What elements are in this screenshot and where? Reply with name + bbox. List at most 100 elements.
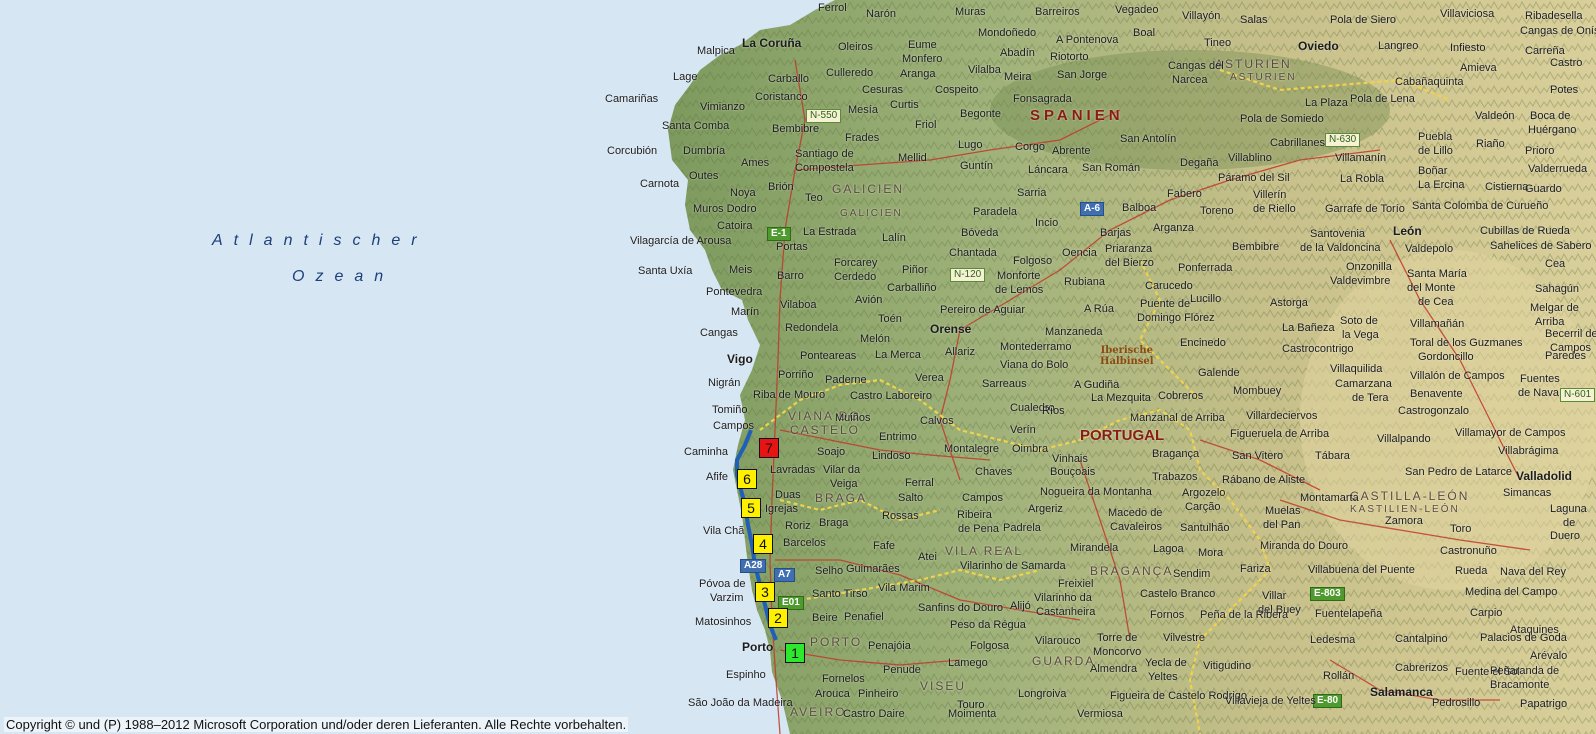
- city-vila-marim: Vila Marim: [878, 582, 930, 594]
- city-afife: Afife: [706, 471, 729, 483]
- city-lindoso: Lindoso: [872, 450, 911, 462]
- region-porto: PORTO: [810, 635, 863, 649]
- city-salto: Salto: [898, 492, 924, 504]
- city-cubillas: Cubillas de Rueda: [1480, 225, 1570, 237]
- city-pereiro: Pereiro de Aguiar: [940, 304, 1025, 316]
- city-avion: Avión: [855, 294, 883, 306]
- city-valdepolo: Valdepolo: [1405, 243, 1454, 255]
- stage-marker-2[interactable]: 2: [768, 608, 788, 628]
- stage-marker-4[interactable]: 4: [753, 534, 773, 554]
- city-la-merca: La Merca: [875, 349, 921, 361]
- stage-marker-1[interactable]: 1: [785, 643, 805, 663]
- city-matosinhos: Matosinhos: [695, 616, 752, 628]
- city-la-ercina: La Ercina: [1418, 179, 1465, 191]
- stage-marker-3[interactable]: 3: [755, 582, 775, 602]
- city-lamego: Lamego: [948, 657, 988, 669]
- city-cangas-narcea-2: Narcea: [1172, 74, 1208, 86]
- city-riba-mouro: Riba de Mouro: [753, 389, 826, 401]
- city-fonsagrada: Fonsagrada: [1013, 93, 1072, 105]
- city-coristanco: Coristanco: [755, 91, 808, 103]
- city-ferrol: Ferrol: [818, 2, 847, 14]
- city-mondonedo: Mondoñedo: [978, 27, 1037, 39]
- city-meira: Meira: [1004, 71, 1032, 83]
- road-a7: A7: [774, 568, 795, 582]
- city-riotorto: Riotorto: [1050, 51, 1089, 63]
- road-n550: N-550: [806, 109, 842, 123]
- city-braga-city: Braga: [819, 517, 849, 529]
- city-begonte: Begonte: [960, 108, 1001, 120]
- city-potes: Potes: [1550, 84, 1579, 96]
- city-la-estrada: La Estrada: [803, 226, 857, 238]
- city-malpica: Malpica: [697, 45, 735, 57]
- city-galende: Galende: [1198, 367, 1240, 379]
- city-laguna-1: Laguna: [1550, 503, 1587, 515]
- city-priaranza-2: del Bierzo: [1105, 257, 1154, 269]
- city-santa-maria-2: del Monte: [1407, 282, 1456, 294]
- city-oencia: Oencia: [1062, 247, 1097, 259]
- city-villavieja: Villavieja de Yeltes: [1225, 695, 1316, 707]
- city-amieva: Amieva: [1460, 62, 1497, 74]
- city-pola-somiedo: Pola de Somiedo: [1240, 113, 1324, 125]
- city-ponteareas: Ponteareas: [800, 350, 857, 362]
- city-manzanal: Manzanal de Arriba: [1130, 412, 1225, 424]
- city-lucillo: Lucillo: [1190, 293, 1222, 305]
- city-noya: Noya: [730, 187, 756, 199]
- city-paramo-sil: Páramo del Sil: [1218, 172, 1290, 184]
- city-santulhao: Santulhão: [1180, 522, 1230, 534]
- city-figueruela: Figueruela de Arriba: [1230, 428, 1330, 440]
- city-oviedo: Oviedo: [1298, 39, 1339, 53]
- city-santovenia-2: de la Valdoncina: [1300, 242, 1381, 254]
- city-sendim: Sendim: [1173, 568, 1211, 580]
- city-castrogonzalo: Castrogonzalo: [1398, 405, 1469, 417]
- city-villalpando: Villalpando: [1377, 433, 1431, 445]
- city-marin: Marín: [731, 306, 760, 318]
- city-carucedo: Carucedo: [1145, 280, 1193, 292]
- city-freixiel: Freixiel: [1058, 578, 1094, 590]
- city-vimianzo: Vimianzo: [700, 101, 746, 113]
- city-boucoais: Bouçoais: [1050, 466, 1096, 478]
- city-sahagun: Sahagún: [1535, 283, 1580, 295]
- city-sarria: Sarria: [1017, 187, 1047, 199]
- city-castrocontrigo: Castrocontrigo: [1282, 343, 1354, 355]
- stage-marker-5[interactable]: 5: [741, 498, 761, 518]
- city-benavente: Benavente: [1410, 388, 1463, 400]
- city-la-robla: La Robla: [1340, 173, 1385, 185]
- region-braganca: BRAGANÇA: [1090, 564, 1174, 578]
- city-mombuey: Mombuey: [1233, 385, 1282, 397]
- city-santa-colomba: Santa Colomba de Curueño: [1412, 200, 1549, 212]
- city-chantada: Chantada: [949, 247, 997, 259]
- city-mellid: Mellid: [898, 152, 927, 164]
- map-view[interactable]: Atlantischer Ozean SPANIEN PORTUGAL Iber…: [0, 0, 1596, 734]
- city-muros-dodro: Muros Dodro: [693, 203, 757, 215]
- city-arevalo: Arévalo: [1530, 650, 1568, 662]
- city-pinor: Piñor: [902, 264, 928, 276]
- city-portas: Portas: [776, 241, 808, 253]
- city-argeriz: Argeriz: [1028, 503, 1063, 515]
- region-viseu: VISEU: [920, 679, 967, 693]
- city-cistierna: Cistierna: [1485, 181, 1529, 193]
- city-culleredo: Culleredo: [826, 67, 874, 79]
- city-sarreaus: Sarreaus: [982, 378, 1027, 390]
- city-puente-2: Domingo Flórez: [1137, 312, 1215, 324]
- stage-marker-7[interactable]: 7: [759, 438, 779, 458]
- city-santa-comba: Santa Comba: [662, 120, 730, 132]
- city-mesia: Mesía: [848, 104, 878, 116]
- city-valdeon: Valdeón: [1475, 110, 1515, 122]
- city-muelas-1: Muelas: [1265, 505, 1301, 517]
- city-penajoia: Penajóia: [868, 640, 911, 652]
- city-vilaboa: Vilaboa: [780, 299, 817, 311]
- city-toen: Toén: [878, 313, 902, 325]
- city-atei: Atei: [918, 551, 937, 563]
- city-duas-2: Igrejas: [765, 503, 799, 515]
- city-ledesma: Ledesma: [1310, 634, 1356, 646]
- city-miranda: Miranda do Douro: [1260, 540, 1349, 552]
- city-mora: Mora: [1198, 547, 1224, 559]
- city-pola-siero: Pola de Siero: [1330, 14, 1397, 26]
- city-castelo-branco: Castelo Branco: [1140, 588, 1216, 600]
- city-barcelos: Barcelos: [783, 537, 826, 549]
- city-carcao: Carção: [1185, 501, 1221, 513]
- city-caminha: Caminha: [684, 446, 729, 458]
- city-villalon: Villalón de Campos: [1410, 370, 1505, 382]
- city-lalin: Lalín: [882, 232, 906, 244]
- stage-marker-6[interactable]: 6: [737, 469, 757, 489]
